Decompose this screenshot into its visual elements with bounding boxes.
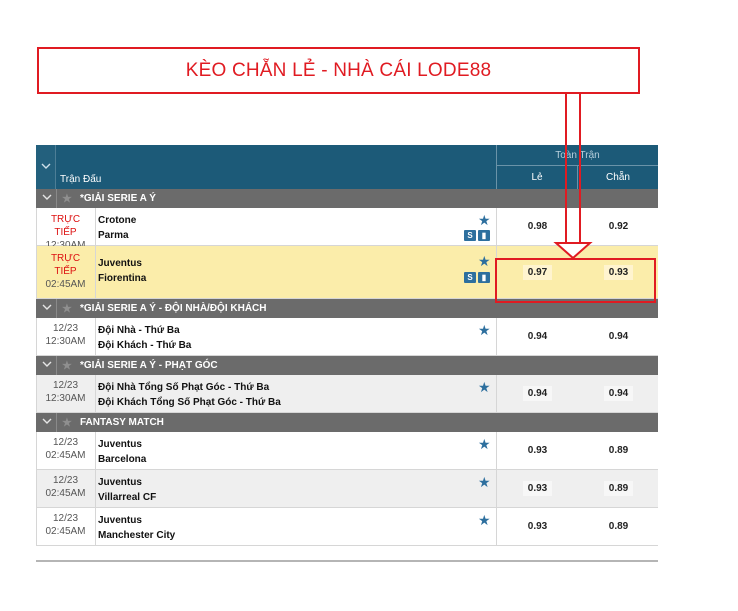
arrow-head	[553, 242, 593, 260]
annotation-arrows	[553, 94, 593, 260]
